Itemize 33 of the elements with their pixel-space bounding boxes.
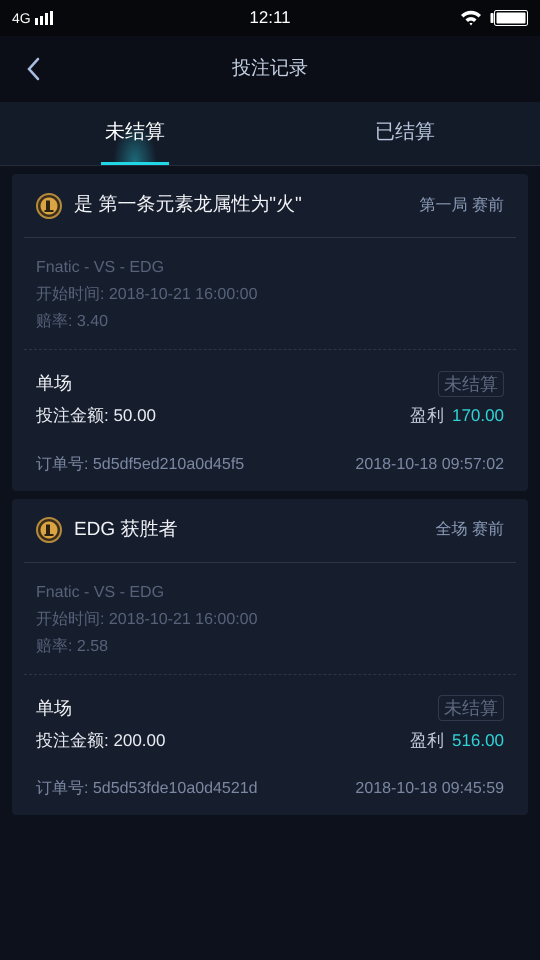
order-number: 订单号: 5d5df5ed210a0d45f5 — [36, 454, 244, 474]
bet-type: 单场 — [36, 696, 72, 720]
stake-amount: 投注金额: 50.00 — [36, 405, 156, 427]
bet-stage: 全场 赛前 — [436, 520, 504, 540]
league-logo-icon — [36, 517, 62, 543]
match-teams: Fnatic - VS - EDG — [36, 258, 166, 278]
odds: 赔率: 3.40 — [36, 312, 110, 332]
profit-label: 盈利 — [410, 405, 444, 427]
start-time: 开始时间: 2018-10-21 16:00:00 — [36, 610, 258, 630]
wifi-icon — [460, 10, 482, 26]
bet-title: 是 第一条元素龙属性为"火" — [74, 193, 302, 218]
clock-time: 12:11 — [249, 7, 291, 30]
stake-amount: 投注金额: 200.00 — [36, 730, 166, 752]
order-time: 2018-10-18 09:57:02 — [355, 454, 504, 474]
page-title: 投注记录 — [232, 56, 308, 81]
network-label: 4G — [12, 8, 31, 28]
odds: 赔率: 2.58 — [36, 636, 110, 656]
start-time: 开始时间: 2018-10-21 16:00:00 — [36, 284, 258, 305]
status-badge: 未结算 — [438, 695, 504, 721]
profit-label: 盈利 — [410, 730, 444, 752]
bet-type: 单场 — [36, 372, 72, 395]
bet-stage: 第一局 赛前 — [420, 196, 504, 216]
tab[interactable]: 已结算 — [371, 102, 439, 165]
bet-title: EDG 获胜者 — [74, 518, 178, 542]
battery-icon — [490, 10, 528, 26]
profit-value: 516.00 — [452, 730, 504, 752]
order-number: 订单号: 5d5d53fde10a0d4521d — [36, 779, 258, 799]
back-icon — [26, 57, 40, 81]
league-logo-icon — [36, 192, 62, 218]
match-teams: Fnatic - VS - EDG — [36, 582, 166, 602]
status-badge: 未结算 — [438, 370, 504, 396]
order-time: 2018-10-18 09:45:59 — [355, 779, 504, 799]
profit-value: 170.00 — [452, 405, 504, 427]
